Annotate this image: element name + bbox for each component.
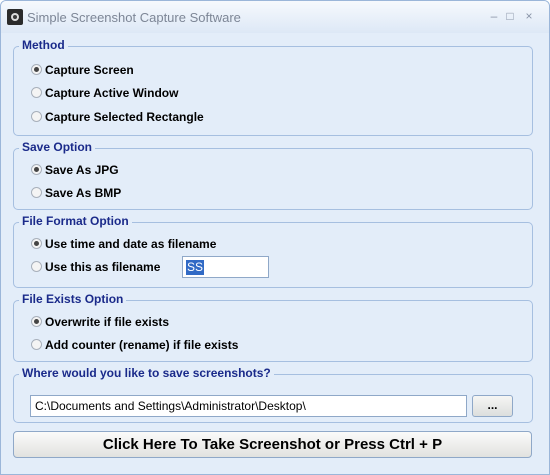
close-button[interactable]: × — [520, 8, 538, 24]
file-format-group-title: File Format Option — [19, 214, 132, 228]
radio-label: Overwrite if file exists — [45, 315, 170, 329]
method-group: Method Capture Screen Capture Active Win… — [13, 38, 533, 136]
radio-button[interactable] — [31, 164, 42, 175]
save-option-group-title: Save Option — [19, 140, 96, 154]
app-window: Simple Screenshot Capture Software – □ ×… — [0, 0, 550, 475]
radio-label: Capture Screen — [45, 63, 134, 77]
radio-label: Capture Active Window — [45, 86, 179, 100]
file-format-group: File Format Option Use time and date as … — [13, 214, 533, 288]
radio-button[interactable] — [31, 339, 42, 350]
radio-button[interactable] — [31, 111, 42, 122]
radio-label: Add counter (rename) if file exists — [45, 338, 239, 352]
radio-label: Use this as filename — [45, 260, 161, 274]
radio-button[interactable] — [31, 187, 42, 198]
save-path-input[interactable]: C:\Documents and Settings\Administrator\… — [30, 395, 467, 417]
radio-label: Use time and date as filename — [45, 237, 217, 251]
method-group-title: Method — [19, 38, 68, 52]
browse-button[interactable]: ... — [472, 395, 513, 417]
filename-input-value: SS — [186, 260, 205, 275]
title-bar[interactable]: Simple Screenshot Capture Software – □ × — [1, 1, 549, 33]
save-option-group: Save Option Save As JPG Save As BMP — [13, 140, 533, 210]
radio-button[interactable] — [31, 238, 42, 249]
radio-button[interactable] — [31, 261, 42, 272]
radio-button[interactable] — [31, 64, 42, 75]
save-location-group: Where would you like to save screenshots… — [13, 366, 533, 423]
take-screenshot-button[interactable]: Click Here To Take Screenshot or Press C… — [13, 431, 532, 458]
radio-label: Save As BMP — [45, 186, 122, 200]
maximize-button[interactable]: □ — [501, 8, 519, 24]
window-title: Simple Screenshot Capture Software — [27, 10, 241, 25]
radio-button[interactable] — [31, 87, 42, 98]
radio-label: Capture Selected Rectangle — [45, 110, 204, 124]
save-location-group-title: Where would you like to save screenshots… — [19, 366, 274, 380]
camera-icon[interactable] — [7, 9, 23, 25]
file-exists-group-title: File Exists Option — [19, 292, 127, 306]
radio-label: Save As JPG — [45, 163, 119, 177]
radio-button[interactable] — [31, 316, 42, 327]
filename-input[interactable]: SS — [182, 256, 269, 278]
file-exists-group: File Exists Option Overwrite if file exi… — [13, 292, 533, 362]
